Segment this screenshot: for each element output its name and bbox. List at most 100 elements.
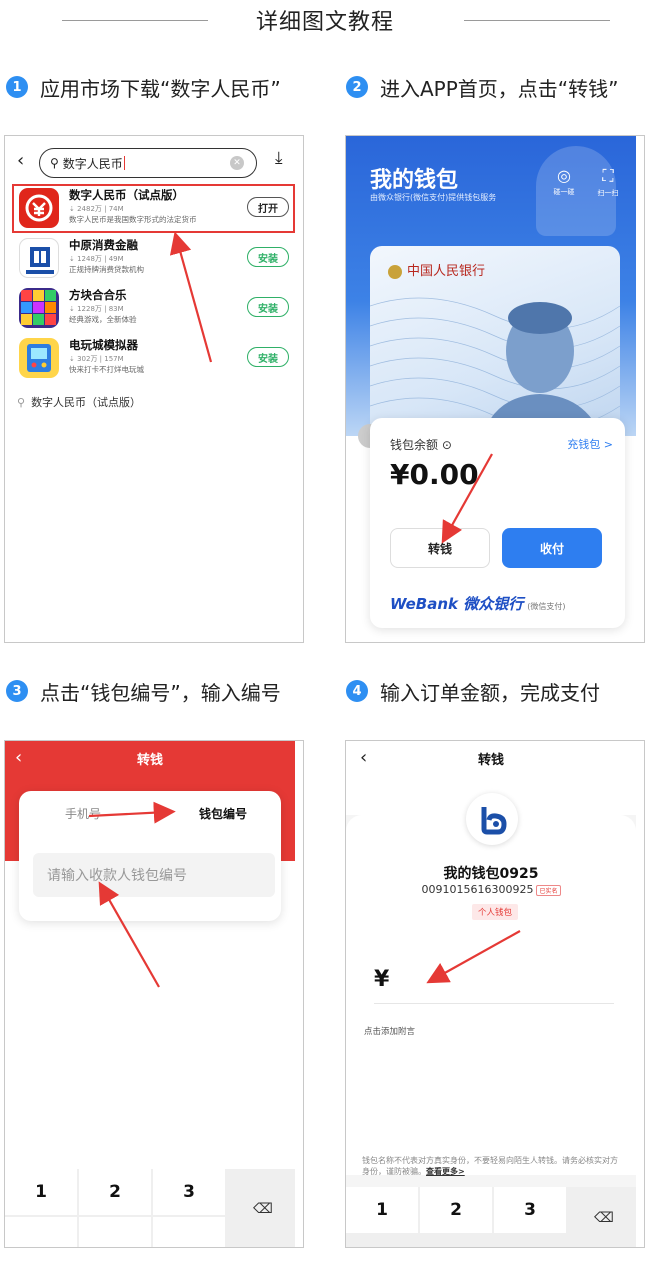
app-name: 方块合合乐 [69,288,127,302]
key-row-2[interactable] [153,1217,225,1247]
webank-logo: WeBank 微众银行 (微信支付) [390,593,565,614]
screen-title: 转钱 [136,753,163,768]
install-button[interactable]: 安装 [247,347,289,367]
step-4-label: 4 输入订单金额，完成支付 [346,676,600,706]
clear-icon[interactable]: ✕ [230,156,244,170]
step-number: 2 [346,76,368,98]
safety-warning: 钱包名称不代表对方真实身份，不要轻易向陌生人转钱。请务必核实对方身份，谨防被骗。… [362,1155,624,1177]
backspace-icon[interactable]: ⌫ [227,1169,299,1247]
app-desc: 经典游戏，全新体验 [69,315,137,324]
key-2[interactable]: 2 [79,1169,151,1215]
payee-wallet-number: 0091015616300925 已实名 [346,883,636,896]
install-button[interactable]: 安装 [247,247,289,267]
key-row-2[interactable] [5,1217,77,1247]
app-name: 中原消费金融 [69,238,138,252]
banknote-portrait [370,297,620,446]
step-text: 进入APP首页，点击“转钱” [380,76,619,101]
suggestion-text: 数字人民币（试点版） [31,396,142,409]
see-more-link[interactable]: 查看更多> [426,1167,465,1176]
header-divider-right [464,20,610,21]
step-3-label: 3 点击“钱包编号”，输入编号 [6,676,281,706]
screenshot-wallet-home: 我的钱包 由微众银行(微信支付)提供钱包服务 ◎ 碰一碰 ⛶ 扫一扫 中国人民银… [345,135,645,643]
back-icon[interactable]: ‹ [17,150,24,171]
wallet-number-text: 0091015616300925 [421,883,534,896]
app-meta: ⇣ 1228万 | 83M [69,305,124,313]
key-1[interactable]: 1 [346,1187,418,1233]
download-icon[interactable]: ⤓ [275,148,283,168]
tap-pay-label: 碰一碰 [553,188,575,196]
search-value: 数字人民币 [62,156,123,171]
scan-button[interactable]: ⛶ 扫一扫 [586,166,630,198]
search-input[interactable]: ⚲ 数字人民币 ✕ [39,148,257,178]
app-meta: ⇣ 1248万 | 49M [69,255,124,263]
balance-card: 钱包余额 ⊙ 充钱包 > ¥0.00 转钱 收付 WeBank 微众银行 (微信支… [370,418,625,628]
tab-phone[interactable]: 手机号 [65,805,101,822]
key-2[interactable]: 2 [420,1187,492,1233]
wallet-title: 我的钱包 [370,168,459,193]
wallet-number-input[interactable]: 请输入收款人钱包编号 [33,853,275,897]
search-icon: ⚲ [50,156,59,170]
open-button[interactable]: 打开 [247,197,289,217]
recharge-link[interactable]: 充钱包 > [567,436,613,452]
receive-button[interactable]: 收付 [502,528,602,568]
app-meta: ⇣ 302万 | 157M [69,355,124,363]
numeric-keypad: 1 2 3 ⌫ [346,1187,636,1247]
nfc-icon: ◎ [557,166,571,185]
step-text: 点击“钱包编号”，输入编号 [40,680,281,705]
amount-divider [374,1003,614,1004]
tutorial-header: 详细图文教程 [0,0,650,40]
step-number: 3 [6,680,28,702]
app-name: 电玩城模拟器 [69,338,138,352]
transfer-card: 手机号 钱包编号 请输入收款人钱包编号 [19,791,281,921]
install-button[interactable]: 安装 [247,297,289,317]
zhongyuan-app-icon [19,238,59,278]
app-meta: ⇣ 2482万 | 74M [69,205,124,213]
balance-label: 钱包余额 ⊙ [390,438,452,452]
screenshot-app-store: ‹ ⚲ 数字人民币 ✕ ⤓ 数字人民币（试点版） ⇣ 2482万 | 74M 数… [4,135,304,643]
list-item[interactable]: 中原消费金融 ⇣ 1248万 | 49M 正规持牌消费贷款机构 安装 [19,236,289,284]
amount-input[interactable]: ¥ [374,967,389,992]
block-game-app-icon [19,288,59,328]
wallet-type-badge: 个人钱包 [472,904,519,920]
webank-name: WeBank 微众银行 [390,595,524,613]
tap-pay-button[interactable]: ◎ 碰一碰 [542,166,586,197]
step-1-label: 1 应用市场下载“数字人民币” [6,72,281,102]
scan-label: 扫一扫 [597,189,619,197]
list-item[interactable]: 数字人民币（试点版） ⇣ 2482万 | 74M 数字人民币是我国数字形式的法定… [19,186,289,234]
screenshot-transfer-input: ‹ 转钱 手机号 钱包编号 请输入收款人钱包编号 1 2 3 ⌫ [4,740,304,1248]
app-name: 数字人民币（试点版） [69,188,184,202]
list-item[interactable]: 电玩城模拟器 ⇣ 302万 | 157M 快来打卡不打烊电玩城 安装 [19,336,289,384]
step-2-label: 2 进入APP首页，点击“转钱” [346,72,619,102]
app-desc: 快来打卡不打烊电玩城 [69,365,144,374]
list-item[interactable]: 方块合合乐 ⇣ 1228万 | 83M 经典游戏，全新体验 安装 [19,286,289,334]
search-suggestion[interactable]: ⚲ 数字人民币（试点版） [17,394,141,410]
verified-tag: 已实名 [536,884,561,896]
app-desc: 数字人民币是我国数字形式的法定货币 [69,215,197,224]
transfer-button[interactable]: 转钱 [390,528,490,568]
text-cursor [123,156,125,170]
step-number: 4 [346,680,368,702]
warning-text: 钱包名称不代表对方真实身份，不要轻易向陌生人转钱。请务必核实对方身份，谨防被骗。 [362,1156,618,1176]
arcade-app-icon [19,338,59,378]
app-desc: 正规持牌消费贷款机构 [69,265,144,274]
screenshot-transfer-amount: ‹ 转钱 我的钱包0925 0091015616300925 已实名 个人钱包 ¥… [345,740,645,1248]
tab-wallet-number[interactable]: 钱包编号 [165,791,281,835]
banknote-card: 中国人民银行 [370,246,620,446]
wallet-logo-icon [466,793,518,845]
payee-wallet-name: 我的钱包0925 [443,866,539,882]
step-text: 输入订单金额，完成支付 [380,680,600,705]
numeric-keypad: 1 2 3 ⌫ [5,1169,295,1247]
key-row-2[interactable] [79,1217,151,1247]
scan-icon: ⛶ [602,166,614,185]
balance-amount: ¥0.00 [390,458,479,491]
step-number: 1 [6,76,28,98]
backspace-icon[interactable]: ⌫ [568,1187,640,1247]
ecny-app-icon [19,188,59,228]
step-text: 应用市场下载“数字人民币” [40,76,281,101]
key-1[interactable]: 1 [5,1169,77,1215]
add-remark-link[interactable]: 点击添加附言 [364,1025,415,1037]
key-3[interactable]: 3 [153,1169,225,1215]
webank-sub: (微信支付) [527,602,566,611]
screen-title: 转钱 [477,753,504,768]
key-3[interactable]: 3 [494,1187,566,1233]
